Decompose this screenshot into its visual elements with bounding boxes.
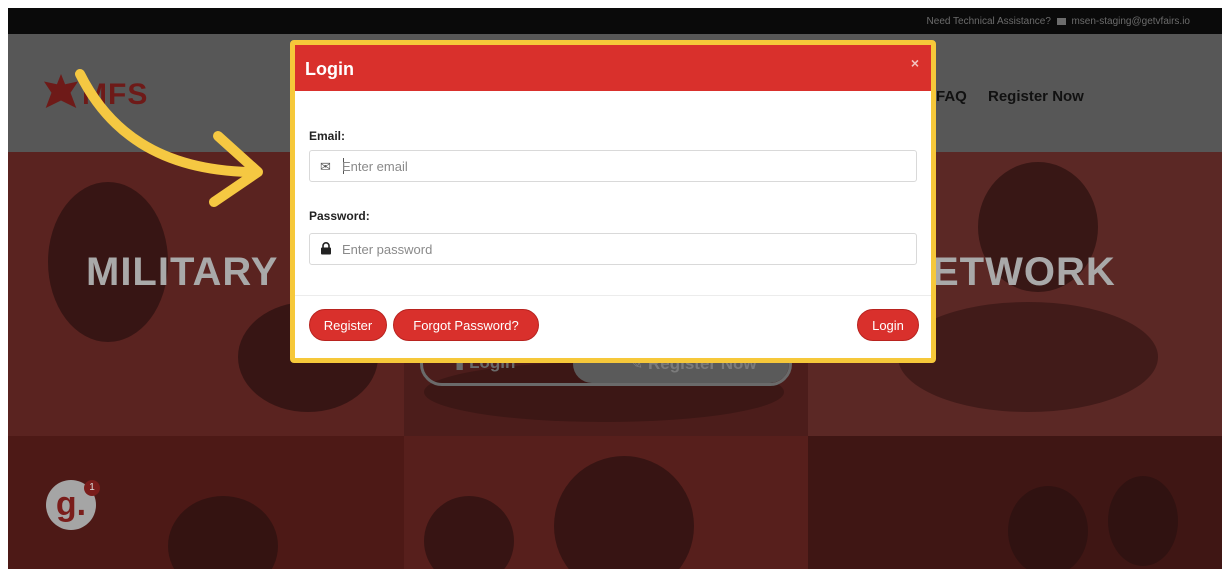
assistance-email[interactable]: msen-staging@getvfairs.io	[1071, 16, 1190, 27]
close-icon[interactable]: ×	[911, 55, 919, 71]
hero-title-left: MILITARY	[86, 250, 279, 294]
email-field-wrapper: ✉	[309, 150, 917, 182]
password-field[interactable]	[342, 238, 902, 260]
annotation-arrow-icon	[75, 69, 263, 207]
modal-divider	[295, 295, 931, 296]
browser-viewport: Need Technical Assistance? msen-staging@…	[8, 8, 1222, 569]
nav-faq-link[interactable]: FAQ	[936, 88, 967, 105]
email-label: Email:	[309, 129, 346, 143]
notification-count: 1	[84, 480, 100, 496]
modal-header: Login ×	[295, 45, 931, 91]
login-button[interactable]: Login	[857, 309, 919, 341]
register-button[interactable]: Register	[309, 309, 387, 341]
password-field-wrapper	[309, 233, 917, 265]
top-bar: Need Technical Assistance? msen-staging@…	[8, 8, 1222, 34]
lock-icon	[320, 242, 332, 258]
hero-photo	[404, 436, 808, 569]
forgot-password-button[interactable]: Forgot Password?	[393, 309, 539, 341]
hero-title-right: ETWORK	[932, 250, 1116, 294]
mail-icon	[1056, 18, 1066, 25]
email-field[interactable]	[342, 155, 902, 177]
assistance-text: Need Technical Assistance?	[926, 16, 1051, 27]
hero-photo	[808, 436, 1222, 569]
modal-title: Login	[305, 59, 354, 79]
tech-assistance: Need Technical Assistance? msen-staging@…	[927, 16, 1190, 27]
password-label: Password:	[309, 209, 370, 223]
envelope-icon: ✉	[320, 159, 331, 174]
nav-register-link[interactable]: Register Now	[988, 88, 1084, 105]
login-modal: Login × Email: ✉ Password: Register Forg…	[290, 40, 936, 363]
